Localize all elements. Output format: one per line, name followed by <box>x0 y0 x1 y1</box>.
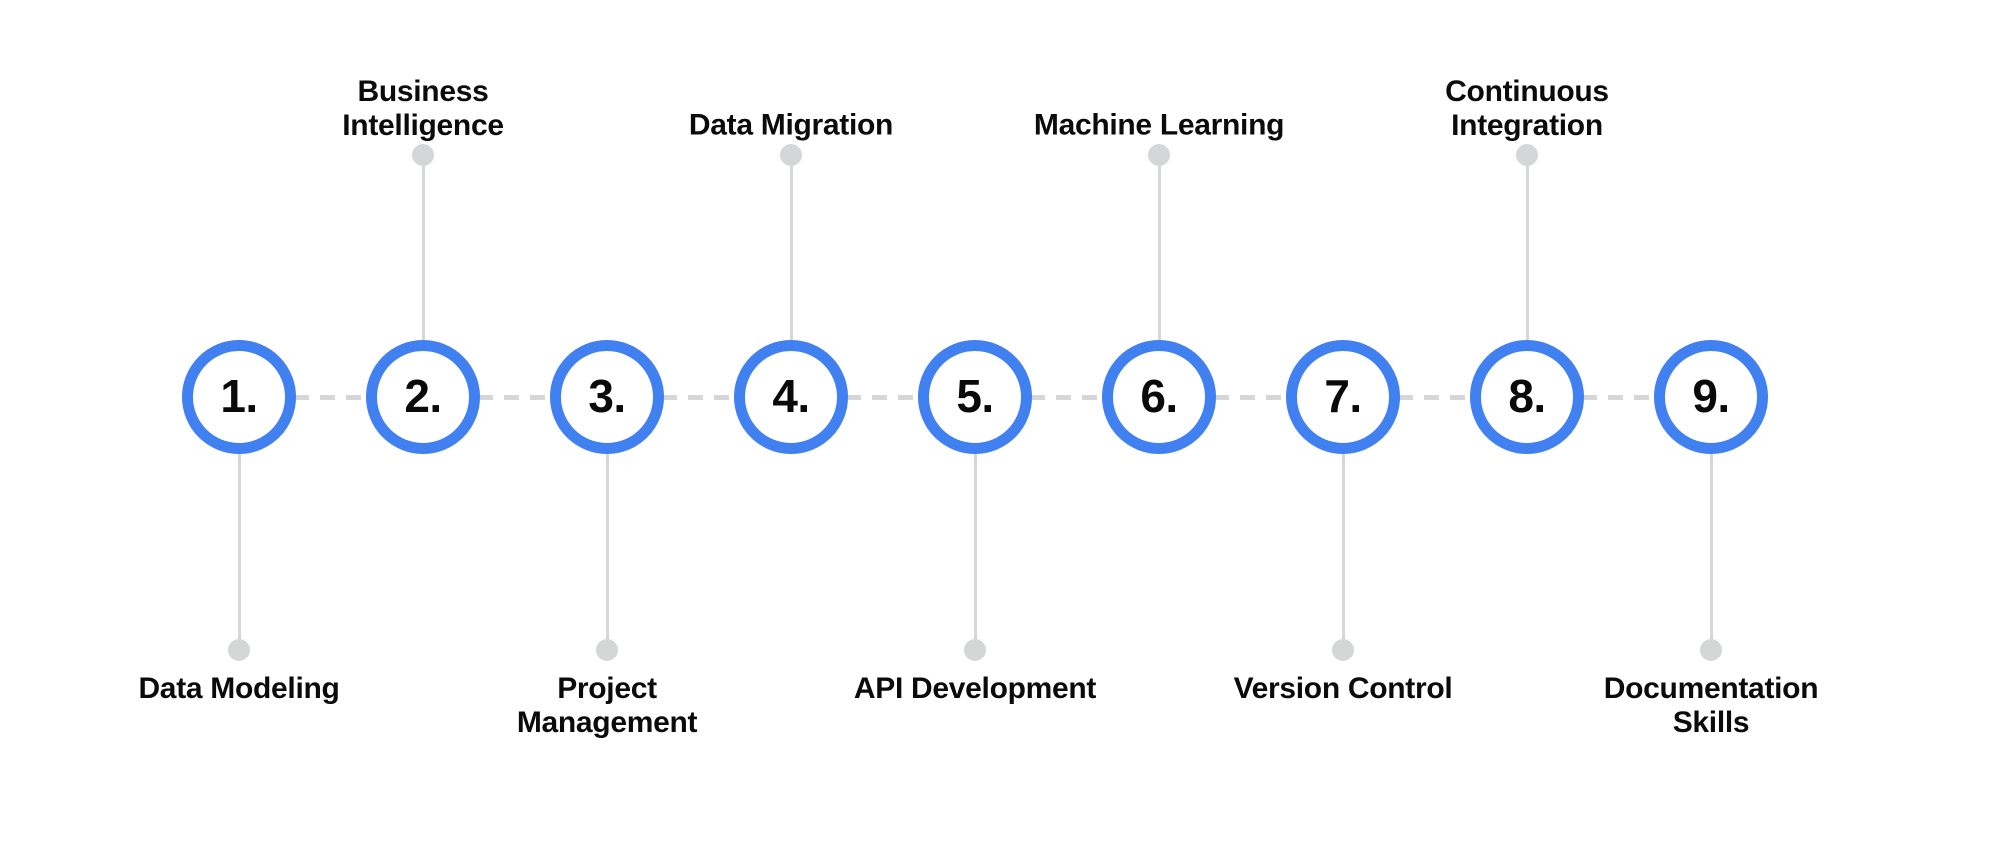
step-connector-dash <box>1214 395 1288 400</box>
step-label-8: Continuous Integration <box>1445 74 1609 142</box>
step-node-1[interactable]: 1. <box>182 340 296 454</box>
step-label-9: Documentation Skills <box>1603 672 1819 739</box>
label-stem-dot <box>412 144 434 166</box>
step-connector-dash <box>294 395 368 400</box>
step-connector-dash <box>478 395 552 400</box>
label-stem-line <box>605 454 609 650</box>
label-stem-dot <box>1332 639 1354 661</box>
step-node-4[interactable]: 4. <box>734 340 848 454</box>
step-node-3[interactable]: 3. <box>550 340 664 454</box>
step-label-2: Business Intelligence <box>342 74 504 142</box>
step-node-2[interactable]: 2. <box>366 340 480 454</box>
label-stem-dot <box>964 639 986 661</box>
label-stem-line <box>237 454 241 650</box>
step-number: 4. <box>772 370 810 422</box>
step-connector-dash <box>846 395 920 400</box>
step-number: 1. <box>220 370 258 422</box>
step-label-4: Data Migration <box>688 108 894 142</box>
label-stem-line <box>1157 155 1161 340</box>
step-label-1: Data Modeling <box>138 672 340 705</box>
step-connector-dash <box>1398 395 1472 400</box>
step-connector-dash <box>1030 395 1104 400</box>
step-number: 5. <box>956 370 994 422</box>
label-stem-dot <box>1516 144 1538 166</box>
step-label-3: Project Management <box>516 672 698 739</box>
label-stem-line <box>421 155 425 340</box>
step-number: 9. <box>1692 370 1730 422</box>
step-number: 6. <box>1140 370 1178 422</box>
step-number: 3. <box>588 370 626 422</box>
timeline-diagram: 1. Data Modeling 2. Business Intelligence 3.… <box>0 0 2000 848</box>
step-node-9[interactable]: 9. <box>1654 340 1768 454</box>
step-label-7: Version Control <box>1233 672 1453 705</box>
step-node-7[interactable]: 7. <box>1286 340 1400 454</box>
label-stem-dot <box>596 639 618 661</box>
step-connector-dash <box>1582 395 1656 400</box>
label-stem-dot <box>1700 639 1722 661</box>
step-label-5: API Development <box>853 672 1097 705</box>
label-stem-dot <box>228 639 250 661</box>
step-connector-dash <box>662 395 736 400</box>
label-stem-line <box>1525 155 1529 340</box>
label-stem-dot <box>780 144 802 166</box>
step-node-5[interactable]: 5. <box>918 340 1032 454</box>
step-node-8[interactable]: 8. <box>1470 340 1584 454</box>
step-number: 8. <box>1508 370 1546 422</box>
label-stem-line <box>1709 454 1713 650</box>
step-number: 7. <box>1324 370 1362 422</box>
step-node-6[interactable]: 6. <box>1102 340 1216 454</box>
step-number: 2. <box>404 370 442 422</box>
label-stem-line <box>789 155 793 340</box>
label-stem-dot <box>1148 144 1170 166</box>
label-stem-line <box>1341 454 1345 650</box>
step-label-6: Machine Learning <box>1033 108 1285 142</box>
label-stem-line <box>973 454 977 650</box>
